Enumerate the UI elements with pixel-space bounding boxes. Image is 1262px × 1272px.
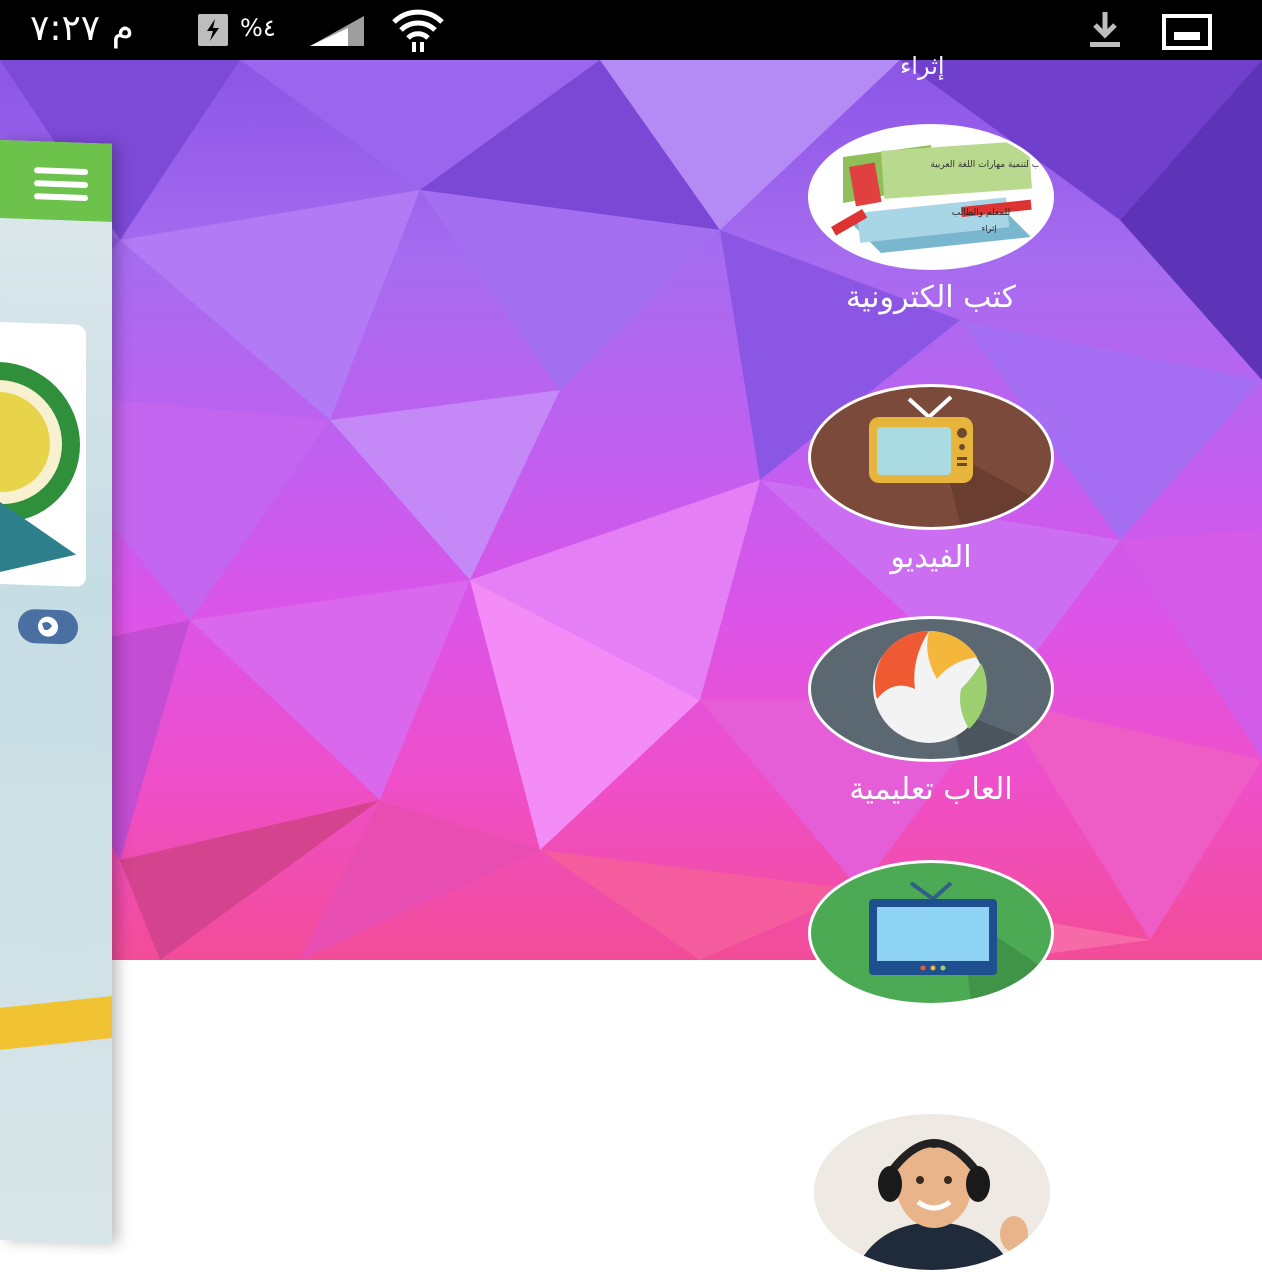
wifi-icon <box>392 9 444 52</box>
globe-icon[interactable] <box>18 608 78 645</box>
book-title: كتب لتنمية مهارات اللغة العربية <box>930 160 1048 170</box>
decorative-stripe <box>0 996 112 1050</box>
polygon-pattern <box>0 60 1262 960</box>
retro-tv-icon <box>808 384 1054 530</box>
book-tag: إثراء <box>982 224 997 234</box>
drawer-header <box>0 140 112 222</box>
battery-icon <box>198 14 228 46</box>
menu-item-games[interactable]: العاب تعليمية <box>808 616 1054 807</box>
menu-item-video[interactable]: الفيديو <box>808 384 1054 575</box>
logo-card <box>0 322 86 588</box>
hamburger-icon[interactable] <box>34 167 88 208</box>
books-icon: كتب لتنمية مهارات اللغة العربية للمعلم و… <box>808 124 1054 270</box>
download-icon <box>1090 12 1120 47</box>
hero-background <box>0 60 1262 960</box>
menu-item-label: الفيديو <box>890 540 972 575</box>
child-headphones-avatar[interactable] <box>812 1112 1052 1272</box>
menu-item-label: كتب الكترونية <box>846 280 1016 315</box>
clock: م ٧:٢٧ <box>30 8 134 49</box>
menu-item-label: العاب تعليمية <box>849 772 1013 807</box>
battery-percent: %٤ <box>240 14 276 42</box>
partial-menu-label: إثراء <box>900 52 945 80</box>
status-bar: م ٧:٢٧ %٤ <box>0 0 1262 60</box>
menu-item-tv[interactable] <box>808 860 1054 1006</box>
signal-icon <box>310 16 364 46</box>
beach-ball-icon <box>808 616 1054 762</box>
gallery-icon <box>1162 14 1212 50</box>
menu-item-ebooks[interactable]: كتب لتنمية مهارات اللغة العربية للمعلم و… <box>808 124 1054 315</box>
side-drawer[interactable] <box>0 140 112 1244</box>
blue-tv-icon <box>808 860 1054 1006</box>
book-subtitle: للمعلم والطالب <box>952 208 1010 218</box>
